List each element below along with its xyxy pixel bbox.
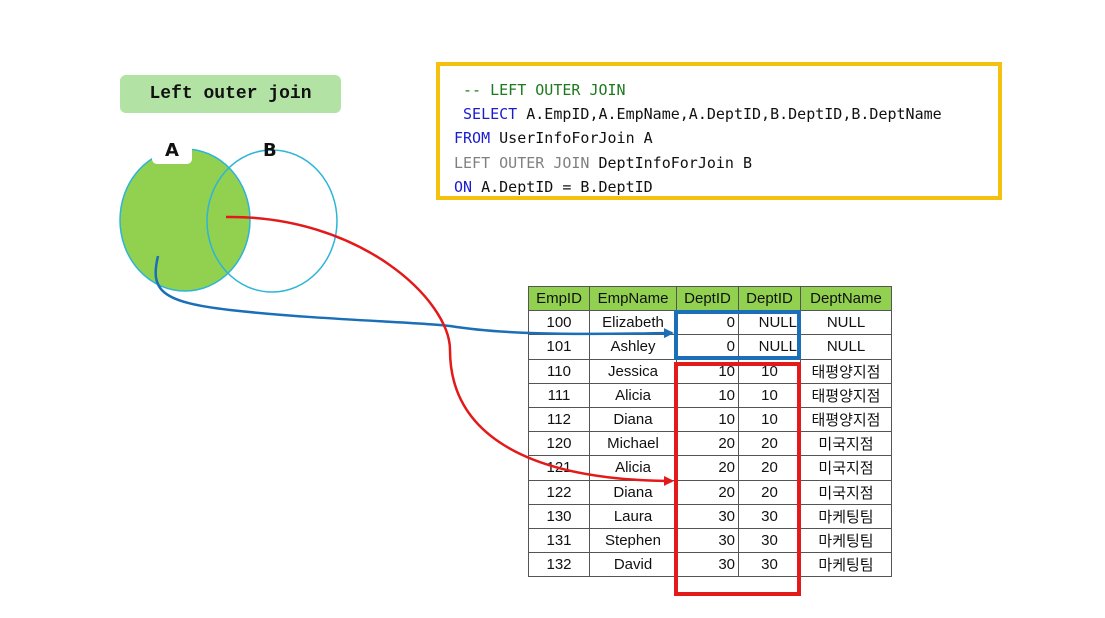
unmatched-arrow xyxy=(154,255,674,339)
highlight-overlay xyxy=(154,215,801,596)
matched-rows-highlight-box xyxy=(674,362,801,596)
null-match-highlight-box xyxy=(674,310,801,360)
matched-arrow xyxy=(225,215,674,486)
